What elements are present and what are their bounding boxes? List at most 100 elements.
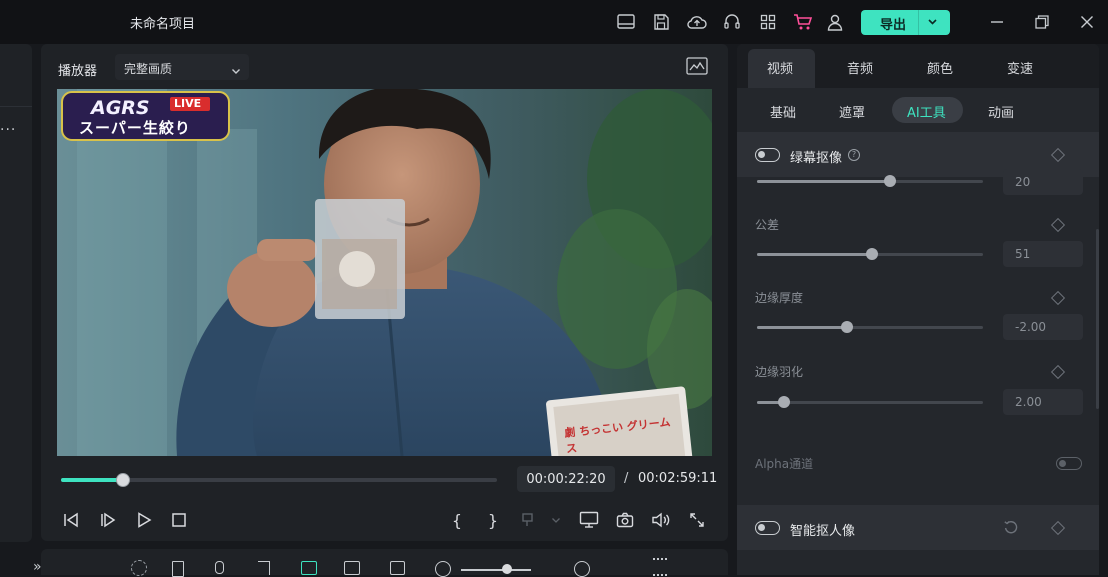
param-slider[interactable]: [757, 175, 983, 187]
ai-robot-icon[interactable]: [301, 561, 317, 575]
inspector-panel: 视频 音频 颜色 变速 基础 遮罩 AI工具 动画 绿幕抠像 ? 20 公差 5…: [737, 44, 1099, 575]
total-time: 00:02:59:11: [638, 471, 718, 486]
chroma-key-title: 绿幕抠像: [790, 151, 843, 166]
save-icon[interactable]: [651, 12, 671, 32]
smart-cutout-header: 智能抠人像: [737, 505, 1099, 550]
reset-icon[interactable]: [1003, 519, 1019, 539]
slider-handle[interactable]: [841, 321, 854, 333]
quality-value: 完整画质: [124, 62, 173, 76]
tab-color[interactable]: 颜色: [927, 58, 953, 77]
zoom-slider[interactable]: [461, 569, 531, 571]
edge-feather-label: 边缘羽化: [755, 365, 804, 379]
stop-icon[interactable]: [168, 509, 190, 531]
slider-handle[interactable]: [778, 396, 791, 408]
time-separator: /: [624, 471, 629, 486]
keyframe-diamond-icon[interactable]: [1050, 290, 1066, 306]
grid-apps-icon[interactable]: [758, 12, 778, 32]
keyframe-diamond-icon[interactable]: [1050, 364, 1066, 380]
close-button[interactable]: [1077, 12, 1097, 32]
step-forward-icon[interactable]: [97, 509, 119, 531]
player-label: 播放器: [58, 64, 98, 79]
tab-audio[interactable]: 音频: [847, 58, 873, 77]
play-icon[interactable]: [133, 509, 155, 531]
player-panel: 播放器 完整画质 AGRS LIVE スーパー生絞り 劇 ちっこい グリームス …: [41, 44, 728, 541]
help-icon[interactable]: ?: [848, 149, 860, 161]
mark-in-icon[interactable]: {: [446, 509, 468, 531]
fullscreen-icon[interactable]: [686, 509, 708, 531]
param-row: 20: [737, 169, 1099, 197]
keyframe-diamond-icon[interactable]: [1050, 147, 1066, 163]
project-title: 未命名项目: [130, 17, 196, 32]
keyframe-diamond-icon[interactable]: [1050, 217, 1066, 233]
export-label: 导出: [880, 18, 907, 33]
slider-fill: [757, 253, 873, 256]
param-value[interactable]: 20: [1003, 169, 1083, 195]
minimize-button[interactable]: [987, 12, 1007, 32]
chroma-key-toggle[interactable]: [755, 148, 780, 162]
subtab-animation[interactable]: 动画: [988, 102, 1014, 121]
cloud-upload-icon[interactable]: [687, 12, 707, 32]
chevron-down-icon: [545, 509, 567, 531]
subtab-basic[interactable]: 基础: [770, 102, 796, 121]
crop-icon[interactable]: [390, 561, 405, 575]
overlay-logo-text: AGRS: [91, 97, 150, 119]
smart-cutout-title: 智能抠人像: [790, 524, 856, 539]
headset-support-icon[interactable]: [722, 12, 742, 32]
inspector-scrollbar[interactable]: [1096, 229, 1099, 409]
insert-clip-icon: [519, 509, 541, 531]
overlay-subtitle: スーパー生絞り: [79, 119, 191, 137]
layout-grid-icon[interactable]: [653, 558, 667, 576]
inspector-tabs: 视频 音频 颜色 变速: [737, 44, 1099, 88]
expand-left-icon[interactable]: »: [33, 559, 42, 575]
snapshot-camera-icon[interactable]: [614, 509, 636, 531]
edge-thickness-label: 边缘厚度: [755, 291, 804, 305]
tab-video[interactable]: 视频: [767, 58, 793, 77]
media-panel-edge: ···: [0, 44, 32, 542]
tolerance-value[interactable]: 51: [1003, 241, 1083, 267]
subtab-ai-tools[interactable]: AI工具: [907, 102, 946, 121]
zoom-slider-handle[interactable]: [502, 564, 512, 574]
user-account-icon[interactable]: [825, 12, 845, 32]
step-back-icon[interactable]: [60, 509, 82, 531]
chevron-down-icon[interactable]: [927, 16, 938, 31]
edge-thickness-row: 边缘厚度 -2.00: [737, 282, 1099, 342]
keyframe-diamond-icon[interactable]: [1050, 520, 1066, 536]
edge-feather-row: 边缘羽化 2.00: [737, 356, 1099, 416]
volume-icon[interactable]: [650, 509, 672, 531]
layout-icon[interactable]: [616, 12, 636, 32]
timeline-toolbar: [41, 549, 728, 577]
export-button[interactable]: 导出: [861, 10, 950, 35]
video-preview[interactable]: AGRS LIVE スーパー生絞り 劇 ちっこい グリームス: [57, 89, 712, 456]
alpha-channel-toggle[interactable]: [1056, 457, 1082, 470]
auto-reframe-icon[interactable]: [131, 560, 147, 576]
title-bar: 未命名项目 导出: [0, 0, 1108, 44]
alpha-channel-row: Alpha通道: [737, 449, 1099, 479]
progress-handle[interactable]: [116, 473, 131, 487]
chevron-down-icon: [231, 61, 241, 80]
inspector-subtabs: 基础 遮罩 AI工具 动画: [737, 88, 1099, 132]
playback-progress[interactable]: [61, 473, 497, 487]
image-icon[interactable]: [344, 561, 360, 575]
slider-handle[interactable]: [866, 248, 879, 260]
slider-handle[interactable]: [884, 175, 897, 187]
cart-icon[interactable]: [793, 12, 813, 32]
microphone-icon[interactable]: [215, 561, 224, 574]
edge-feather-slider[interactable]: [757, 396, 983, 408]
more-dots-icon[interactable]: ···: [0, 122, 16, 138]
smart-cutout-toggle[interactable]: [755, 521, 780, 535]
display-icon[interactable]: [578, 509, 600, 531]
tab-speed[interactable]: 变速: [1007, 58, 1033, 77]
text-list-icon[interactable]: [258, 561, 270, 575]
mark-out-icon[interactable]: }: [482, 509, 504, 531]
edge-thickness-slider[interactable]: [757, 321, 983, 333]
edge-thickness-value[interactable]: -2.00: [1003, 314, 1083, 340]
slider-fill: [757, 180, 891, 183]
scopes-icon[interactable]: [686, 57, 708, 77]
edge-feather-value[interactable]: 2.00: [1003, 389, 1083, 415]
tolerance-row: 公差 51: [737, 209, 1099, 269]
subtab-mask[interactable]: 遮罩: [839, 102, 865, 121]
restore-button[interactable]: [1032, 12, 1052, 32]
quality-dropdown[interactable]: 完整画质: [115, 54, 249, 80]
current-time[interactable]: 00:00:22:20: [517, 466, 615, 492]
tolerance-slider[interactable]: [757, 248, 983, 260]
